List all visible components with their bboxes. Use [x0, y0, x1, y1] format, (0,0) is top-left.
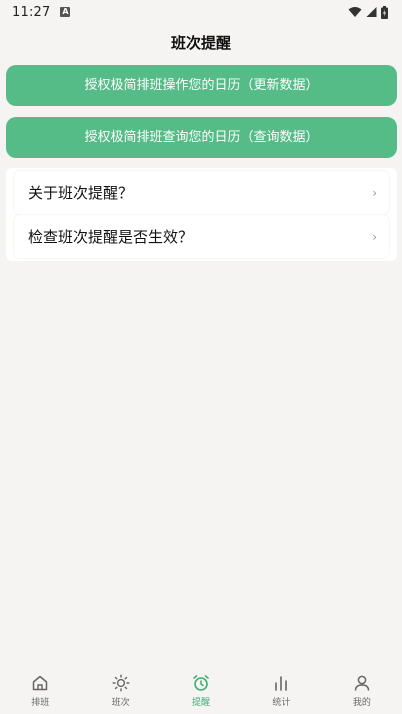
authorize-update-calendar-button[interactable]: 授权极简排班操作您的日历（更新数据）	[6, 65, 397, 106]
nav-item-schedule[interactable]: 排班	[0, 664, 80, 714]
nav-label: 提醒	[192, 698, 211, 708]
nav-item-reminder[interactable]: 提醒	[161, 664, 241, 714]
nav-label: 统计	[272, 698, 291, 708]
chevron-right-icon: ›	[372, 229, 377, 244]
nav-item-statistics[interactable]: 统计	[241, 664, 321, 714]
nav-label: 班次	[111, 698, 130, 708]
signal-icon	[366, 7, 377, 17]
battery-icon	[381, 5, 388, 19]
wifi-icon	[348, 7, 362, 17]
menu-item-label: 关于班次提醒？	[28, 184, 134, 202]
home-icon	[32, 675, 48, 691]
status-bar: 11:27 A	[0, 0, 402, 24]
bar-chart-icon	[275, 676, 288, 691]
page-title: 班次提醒	[170, 34, 231, 52]
menu-item-about-reminder[interactable]: 关于班次提醒？ ›	[14, 171, 389, 214]
status-right	[348, 5, 388, 19]
reminder-menu-card: 关于班次提醒？ › 检查班次提醒是否生效？ ›	[6, 168, 397, 261]
status-time: 11:27	[12, 4, 51, 20]
menu-item-label: 检查班次提醒是否生效？	[28, 228, 194, 246]
nav-item-profile[interactable]: 我的	[322, 664, 402, 714]
nav-label: 我的	[352, 698, 371, 708]
notification-badge-icon: A	[60, 7, 71, 17]
person-icon	[354, 675, 370, 691]
alarm-clock-icon	[193, 675, 209, 691]
chevron-right-icon: ›	[372, 185, 377, 200]
menu-item-check-reminder[interactable]: 检查班次提醒是否生效？ ›	[14, 215, 389, 258]
nav-item-shifts[interactable]: 班次	[80, 664, 160, 714]
authorize-query-calendar-button[interactable]: 授权极简排班查询您的日历（查询数据）	[6, 117, 397, 158]
status-left: 11:27 A	[12, 4, 71, 20]
sun-icon	[112, 674, 130, 692]
bottom-nav: 排班 班次 提醒 统计 我的	[0, 664, 402, 714]
nav-label: 排班	[31, 698, 50, 708]
